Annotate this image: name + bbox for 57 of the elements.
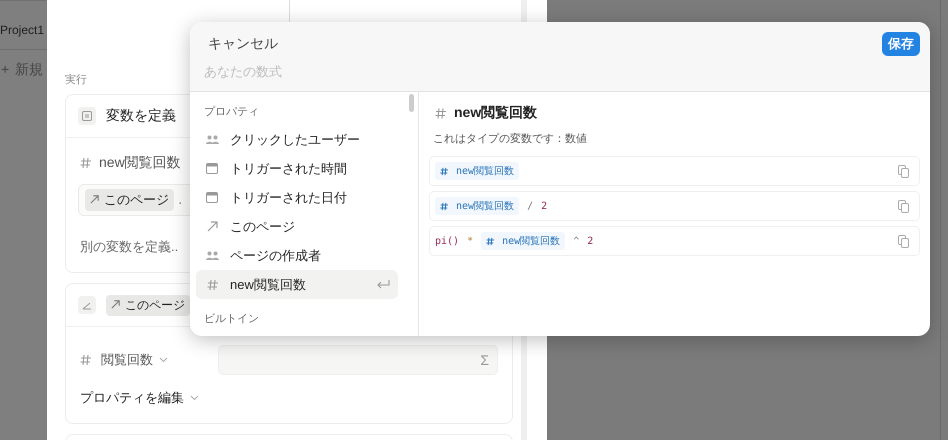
hash-icon [206,278,218,290]
calendar-icon [206,192,218,203]
chevron-icon[interactable] [190,395,199,401]
arrow-icon [90,195,99,204]
detail-title: new閲覧回数 [454,104,538,122]
page-chip[interactable]: このページ [106,294,190,316]
list-icon [78,107,96,125]
code-token: / [527,200,534,212]
example-row[interactable]: new閲覧回数 [429,156,920,186]
property-token: new閲覧回数 [435,162,520,180]
property-item[interactable]: ページの作成者 [196,241,398,270]
page-chip[interactable]: このページ [85,189,174,211]
property-token: new閲覧回数 [481,232,566,250]
code-token: 2 [541,200,548,212]
sigma-icon: Σ [480,352,489,368]
example-row[interactable]: pi() * new閲覧回数 ^ 2 [429,226,920,256]
scrollbar[interactable] [409,94,414,112]
save-button[interactable]: 保存 [882,32,920,56]
chevron-icon[interactable] [159,357,168,363]
hash-icon [440,202,448,210]
hash-icon [80,157,91,169]
hash-icon [435,106,446,120]
hash-icon [486,236,494,246]
copy-icon[interactable] [898,164,909,178]
detail-description: これはタイプの変数です：数値 [433,132,588,146]
code-token: pi() [435,236,460,246]
card-title: 変数を定義 [106,107,176,125]
copy-icon[interactable] [898,234,909,248]
section-label: 実行 [65,72,87,87]
property-item[interactable]: トリガーされた日付 [196,183,398,212]
group-title: プロパティ [203,104,260,120]
property-name[interactable]: 閲覧回数 [101,351,153,369]
dot-text: . [178,191,182,209]
angle-icon [78,296,96,314]
formula-input[interactable]: あなたの数式 [204,64,604,79]
cancel-button[interactable]: キャンセル [204,35,282,53]
property-item[interactable]: クリックしたユーザー [196,125,398,154]
arrow-icon [206,221,218,232]
copy-icon[interactable] [898,200,909,212]
variable-name: new閲覧回数 [99,154,181,172]
arrow-icon [111,300,120,308]
group-title: ビルトイン [203,312,260,327]
enter-icon [376,279,390,290]
people-icon [206,135,218,144]
property-token: new閲覧回数 [435,197,520,215]
property-item[interactable]: このページ [196,212,398,241]
edit-property-link[interactable]: プロパティを編集 [80,389,184,407]
code-token: * [467,236,474,246]
example-row[interactable]: new閲覧回数 / 2 [429,191,920,221]
code-token: ^ [573,236,580,246]
property-item[interactable]: トリガーされた時間 [196,154,398,183]
people-icon [206,251,218,260]
hash-icon [440,166,448,176]
hash-icon [80,354,91,366]
property-item[interactable]: new閲覧回数 [196,270,398,299]
calendar-icon [206,163,218,174]
code-token: 2 [587,236,594,246]
